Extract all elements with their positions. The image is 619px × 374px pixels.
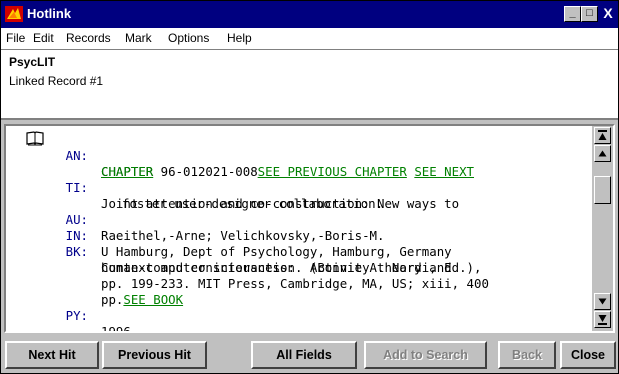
window-title: Hotlink xyxy=(27,6,72,21)
scroll-thumb[interactable] xyxy=(594,176,611,204)
field-tag-py: PY: xyxy=(65,308,88,323)
add-to-search-button[interactable]: Add to Search xyxy=(364,341,487,369)
menu-mark[interactable]: Mark xyxy=(125,31,152,45)
menu-bar: File Edit Records Mark Options Help xyxy=(1,28,618,50)
menu-options[interactable]: Options xyxy=(168,31,209,45)
close-button[interactable]: Close xyxy=(560,341,616,369)
button-bar: Next Hit Previous Hit All Fields Add to … xyxy=(1,336,618,373)
next-hit-button[interactable]: Next Hit xyxy=(5,341,99,369)
menu-records[interactable]: Records xyxy=(66,31,111,45)
scroll-top-button[interactable] xyxy=(594,127,611,144)
record-view[interactable]: AN: CHAPTER 96-012021-008SEE PREVIOUS CH… xyxy=(4,124,615,333)
back-button[interactable]: Back xyxy=(498,341,556,369)
scroll-up-button[interactable] xyxy=(594,145,611,162)
menu-help[interactable]: Help xyxy=(227,31,252,45)
record-header: PsycLIT Linked Record #1 xyxy=(1,50,618,120)
scroll-up-icon xyxy=(598,150,607,157)
menu-file[interactable]: File xyxy=(6,31,25,45)
scroll-bottom-button[interactable] xyxy=(594,311,611,328)
linked-record-label: Linked Record #1 xyxy=(9,74,104,88)
menu-edit[interactable]: Edit xyxy=(33,31,54,45)
hotlink-app-icon xyxy=(5,6,23,22)
record-row-py: PY: 1996 xyxy=(6,292,590,331)
vertical-scrollbar[interactable] xyxy=(592,126,613,331)
close-window-button[interactable]: X xyxy=(600,6,616,22)
record-text-area[interactable]: AN: CHAPTER 96-012021-008SEE PREVIOUS CH… xyxy=(6,126,590,331)
maximize-button[interactable]: □ xyxy=(581,6,598,22)
hotlink-window: Hotlink _ □ X File Edit Records Mark Opt… xyxy=(0,0,619,374)
scroll-bottom-icon xyxy=(598,315,607,325)
title-bar[interactable]: Hotlink _ □ X xyxy=(1,1,618,28)
scroll-down-icon xyxy=(598,298,607,305)
minimize-button[interactable]: _ xyxy=(564,6,581,22)
scroll-down-button[interactable] xyxy=(594,293,611,310)
all-fields-button[interactable]: All Fields xyxy=(251,341,357,369)
database-name: PsycLIT xyxy=(9,55,56,69)
previous-hit-button[interactable]: Previous Hit xyxy=(102,341,207,369)
scroll-top-icon xyxy=(598,130,607,140)
field-text-py: 1996 xyxy=(101,324,131,331)
